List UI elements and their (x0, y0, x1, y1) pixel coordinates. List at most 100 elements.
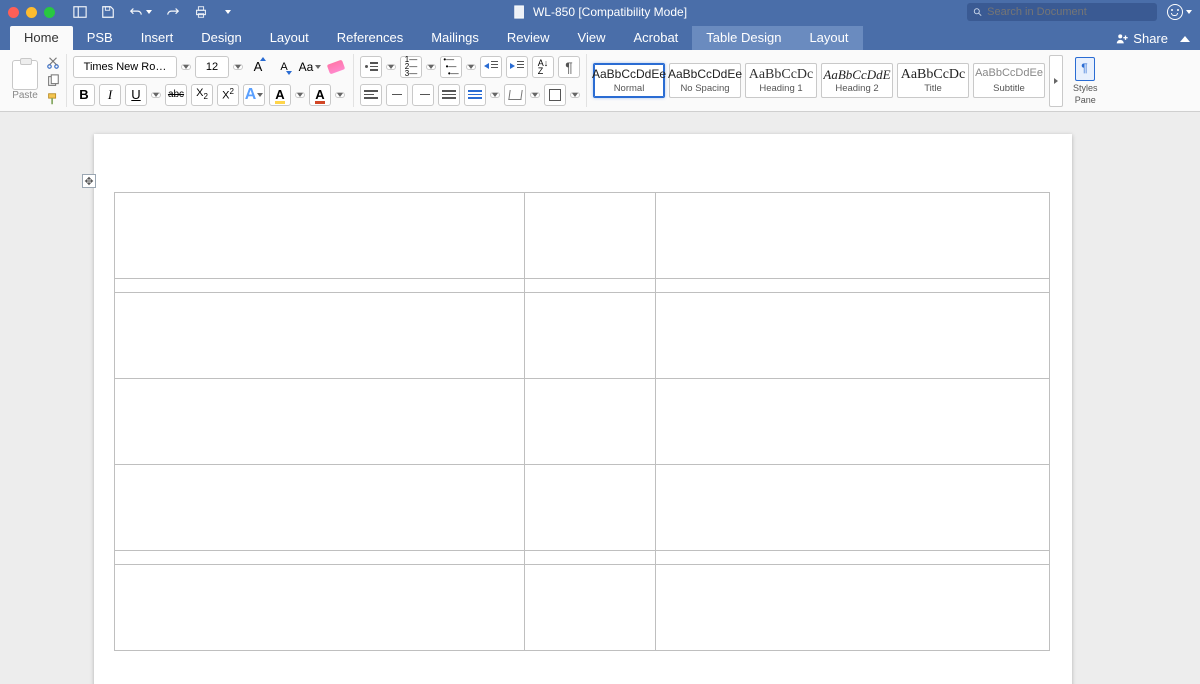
tab-layout-11[interactable]: Layout (795, 26, 862, 50)
style-heading-2[interactable]: AaBbCcDdEHeading 2 (821, 63, 893, 98)
align-center-button[interactable] (386, 84, 408, 106)
tab-layout-4[interactable]: Layout (256, 26, 323, 50)
font-name-dropdown[interactable] (181, 64, 191, 70)
table-cell[interactable] (656, 293, 1050, 379)
search-input[interactable] (987, 6, 1151, 18)
sort-button[interactable]: A↓Z (532, 56, 554, 78)
font-color-dropdown[interactable] (335, 92, 345, 98)
style-no-spacing[interactable]: AaBbCcDdEeNo Spacing (669, 63, 741, 98)
align-justify-button[interactable] (438, 84, 460, 106)
feedback-button[interactable] (1167, 4, 1192, 20)
highlight-color-dropdown[interactable] (295, 92, 305, 98)
bullets-button[interactable] (360, 56, 382, 78)
style-subtitle[interactable]: AaBbCcDdEeSubtitle (973, 63, 1045, 98)
clear-formatting-button[interactable] (325, 56, 347, 78)
table-move-handle[interactable]: ✥ (82, 174, 96, 188)
cut-icon[interactable] (46, 56, 60, 70)
underline-button[interactable]: U (125, 84, 147, 106)
borders-dropdown[interactable] (570, 92, 580, 98)
bold-button[interactable]: B (73, 84, 95, 106)
table-row[interactable] (115, 293, 1050, 379)
styles-pane-button[interactable]: Styles Pane (1069, 57, 1102, 105)
print-icon[interactable] (194, 5, 208, 19)
strikethrough-button[interactable]: abc (165, 84, 187, 106)
line-spacing-dropdown[interactable] (490, 92, 500, 98)
undo-button[interactable] (129, 5, 152, 19)
text-effects-button[interactable]: A (243, 84, 265, 106)
table-row[interactable] (115, 565, 1050, 651)
align-left-button[interactable] (360, 84, 382, 106)
table-row[interactable] (115, 465, 1050, 551)
table-cell[interactable] (656, 551, 1050, 565)
tab-insert-2[interactable]: Insert (127, 26, 188, 50)
table-cell[interactable] (524, 279, 656, 293)
table-row[interactable] (115, 279, 1050, 293)
table-cell[interactable] (115, 279, 525, 293)
table-cell[interactable] (656, 279, 1050, 293)
table-cell[interactable] (524, 551, 656, 565)
shading-dropdown[interactable] (530, 92, 540, 98)
table-cell[interactable] (524, 465, 656, 551)
font-name-combo[interactable]: Times New Ro… (73, 56, 177, 78)
grow-font-button[interactable]: A (247, 56, 269, 78)
tab-acrobat-9[interactable]: Acrobat (619, 26, 692, 50)
table-cell[interactable] (115, 551, 525, 565)
numbering-dropdown[interactable] (426, 64, 436, 70)
numbering-button[interactable]: 1—2—3— (400, 56, 422, 78)
align-right-button[interactable] (412, 84, 434, 106)
change-case-button[interactable]: Aa (299, 56, 321, 78)
zoom-window-button[interactable] (44, 7, 55, 18)
table-cell[interactable] (656, 379, 1050, 465)
collapse-ribbon-button[interactable] (1180, 36, 1190, 42)
underline-dropdown[interactable] (151, 92, 161, 98)
bullets-dropdown[interactable] (386, 64, 396, 70)
line-spacing-button[interactable] (464, 84, 486, 106)
document-table[interactable] (114, 192, 1050, 651)
show-marks-button[interactable]: ¶ (558, 56, 580, 78)
shading-button[interactable] (504, 84, 526, 106)
table-cell[interactable] (115, 379, 525, 465)
redo-icon[interactable] (166, 5, 180, 19)
font-color-button[interactable]: A (309, 84, 331, 106)
search-in-document[interactable] (967, 3, 1157, 21)
multilevel-list-button[interactable]: •— •— •— (440, 56, 462, 78)
increase-indent-button[interactable] (506, 56, 528, 78)
table-cell[interactable] (656, 193, 1050, 279)
styles-gallery-more[interactable] (1049, 55, 1063, 107)
style-heading-1[interactable]: AaBbCcDcHeading 1 (745, 63, 817, 98)
minimize-window-button[interactable] (26, 7, 37, 18)
save-icon[interactable] (101, 5, 115, 19)
italic-button[interactable]: I (99, 84, 121, 106)
table-cell[interactable] (115, 293, 525, 379)
sidebar-toggle-icon[interactable] (73, 5, 87, 19)
tab-review-7[interactable]: Review (493, 26, 564, 50)
paste-button[interactable]: Paste (12, 60, 38, 101)
multilevel-dropdown[interactable] (466, 64, 476, 70)
format-painter-icon[interactable] (46, 92, 60, 106)
shrink-font-button[interactable]: A (273, 56, 295, 78)
table-row[interactable] (115, 551, 1050, 565)
close-window-button[interactable] (8, 7, 19, 18)
document-workspace[interactable]: ✥ (0, 112, 1200, 684)
table-cell[interactable] (524, 565, 656, 651)
highlight-color-button[interactable]: A (269, 84, 291, 106)
table-cell[interactable] (656, 565, 1050, 651)
tab-view-8[interactable]: View (564, 26, 620, 50)
superscript-button[interactable]: X2 (217, 84, 239, 106)
qat-customize-button[interactable] (225, 10, 231, 14)
table-cell[interactable] (656, 465, 1050, 551)
tab-psb-1[interactable]: PSB (73, 26, 127, 50)
subscript-button[interactable]: X2 (191, 84, 213, 106)
tab-design-3[interactable]: Design (187, 26, 255, 50)
table-row[interactable] (115, 379, 1050, 465)
copy-icon[interactable] (46, 74, 60, 88)
tab-mailings-6[interactable]: Mailings (417, 26, 493, 50)
table-row[interactable] (115, 193, 1050, 279)
table-cell[interactable] (115, 465, 525, 551)
tab-table-design-10[interactable]: Table Design (692, 26, 795, 50)
font-size-dropdown[interactable] (233, 64, 243, 70)
borders-button[interactable] (544, 84, 566, 106)
tab-references-5[interactable]: References (323, 26, 417, 50)
style-title[interactable]: AaBbCcDcTitle (897, 63, 969, 98)
decrease-indent-button[interactable] (480, 56, 502, 78)
